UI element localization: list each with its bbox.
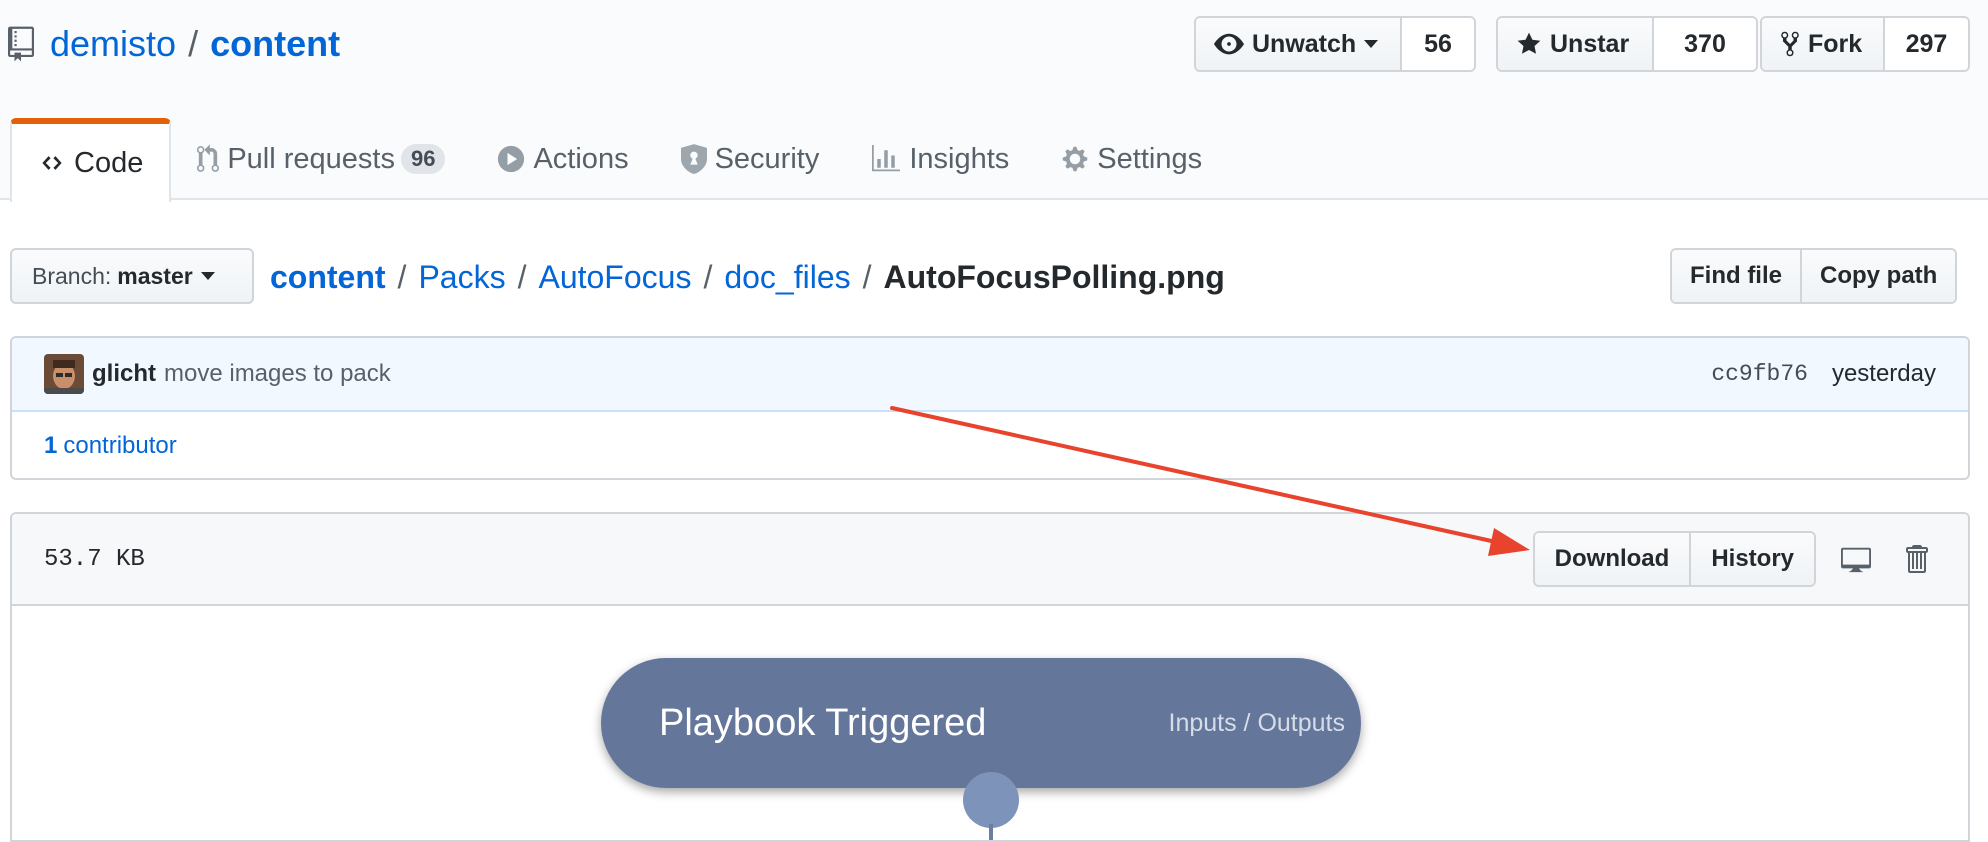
- eye-icon: [1214, 33, 1244, 55]
- watch-button-group: Unwatch 56: [1194, 16, 1476, 72]
- fork-label: Fork: [1808, 29, 1863, 58]
- breadcrumb-doc-files-link[interactable]: doc_files: [724, 259, 850, 296]
- breadcrumb-separator: /: [862, 258, 872, 295]
- fork-button[interactable]: Fork: [1762, 18, 1885, 70]
- tab-label: Code: [74, 146, 144, 179]
- commit-author-link[interactable]: glicht: [92, 360, 156, 388]
- repo-name-link[interactable]: content: [210, 23, 340, 65]
- tab-insights[interactable]: Insights: [845, 118, 1035, 200]
- breadcrumb-file-name: AutoFocusPolling.png: [883, 258, 1225, 295]
- unstar-button[interactable]: Unstar: [1498, 18, 1654, 70]
- tab-label: Actions: [533, 142, 629, 175]
- file-box: 53.7 KB Download History Playbook Trigge…: [10, 512, 1970, 842]
- commit-date: yesterday: [1831, 360, 1936, 387]
- commit-meta: cc9fb76 yesterday: [1711, 360, 1936, 388]
- breadcrumb-root-link[interactable]: content: [270, 259, 386, 296]
- file-actions: Download History: [1532, 531, 1936, 587]
- copy-path-button[interactable]: Copy path: [1800, 250, 1956, 302]
- unstar-label: Unstar: [1550, 29, 1630, 58]
- branch-select-button[interactable]: Branch: master: [10, 248, 254, 304]
- file-button-group: Download History: [1532, 531, 1816, 587]
- unwatch-button[interactable]: Unwatch: [1196, 18, 1402, 70]
- trash-icon: [1906, 545, 1928, 573]
- file-header: 53.7 KB Download History: [12, 514, 1968, 606]
- image-preview: Playbook Triggered Inputs / Outputs: [12, 606, 1968, 840]
- repo-icon: [8, 26, 34, 62]
- file-size: 53.7 KB: [44, 545, 145, 573]
- star-button-group: Unstar 370: [1496, 16, 1758, 72]
- download-button[interactable]: Download: [1534, 533, 1690, 585]
- tab-code[interactable]: Code: [10, 118, 172, 202]
- code-icon: [42, 156, 62, 170]
- contributor-label: contributor: [63, 432, 177, 459]
- avatar-image: [44, 354, 84, 394]
- tab-actions[interactable]: Actions: [471, 118, 654, 200]
- contributors-link[interactable]: 1 contributor: [44, 432, 177, 460]
- git-pull-request-icon: [197, 144, 220, 172]
- contributors-row: 1 contributor: [12, 412, 1968, 478]
- repo-title-separator: /: [188, 23, 199, 64]
- file-navigation: Find file Copy path: [1670, 248, 1958, 304]
- repo-owner-link[interactable]: demisto: [50, 23, 176, 65]
- history-button[interactable]: History: [1689, 533, 1814, 585]
- tab-label: Insights: [909, 142, 1010, 175]
- pull-requests-counter: 96: [400, 144, 446, 174]
- node-title: Playbook Triggered: [659, 701, 987, 744]
- device-desktop-icon: [1841, 547, 1871, 573]
- contributor-count: 1: [44, 432, 58, 459]
- star-icon: [1517, 32, 1541, 54]
- chevron-down-icon: [200, 272, 215, 280]
- breadcrumb: content / Packs / AutoFocus / doc_files …: [270, 254, 1225, 300]
- play-icon: [498, 145, 525, 173]
- tab-label: Pull requests: [227, 142, 395, 175]
- delete-file-button[interactable]: [1896, 539, 1936, 579]
- breadcrumb-packs-link[interactable]: Packs: [418, 259, 505, 296]
- breadcrumb-separator: /: [703, 258, 713, 295]
- repo-title: demisto / content: [8, 20, 340, 68]
- repo-header: demisto / content Unwatch 56 Unstar 370 …: [0, 0, 1988, 202]
- repo-forked-icon: [1781, 31, 1799, 57]
- tab-pull-requests[interactable]: Pull requests 96: [171, 118, 471, 200]
- unwatch-label: Unwatch: [1252, 29, 1357, 58]
- shield-icon: [680, 144, 707, 174]
- node-output-port: [963, 772, 1019, 828]
- node-connector-line: [989, 824, 993, 840]
- gear-icon: [1063, 146, 1088, 172]
- tab-settings[interactable]: Settings: [1035, 118, 1228, 200]
- tab-label: Settings: [1097, 142, 1203, 175]
- node-inputs-outputs: Inputs / Outputs: [1168, 708, 1346, 737]
- commit-sha-link[interactable]: cc9fb76: [1711, 361, 1808, 387]
- branch-prefix: Branch:: [32, 262, 112, 289]
- latest-commit: glicht move images to pack cc9fb76 yeste…: [12, 338, 1968, 412]
- forks-count[interactable]: 297: [1884, 18, 1968, 70]
- watchers-count[interactable]: 56: [1402, 18, 1474, 70]
- fork-button-group: Fork 297: [1760, 16, 1970, 72]
- repo-nav-tabs: Code Pull requests 96 Actions Security I…: [10, 118, 1228, 202]
- stargazers-count[interactable]: 370: [1654, 18, 1756, 70]
- breadcrumb-separator: /: [397, 258, 407, 295]
- breadcrumb-separator: /: [517, 258, 527, 295]
- commit-box: glicht move images to pack cc9fb76 yeste…: [10, 336, 1970, 480]
- breadcrumb-autofocus-link[interactable]: AutoFocus: [538, 259, 691, 296]
- branch-name: master: [117, 262, 193, 289]
- commit-message-link[interactable]: move images to pack: [164, 360, 391, 388]
- chevron-down-icon: [1364, 40, 1379, 48]
- find-file-button[interactable]: Find file: [1672, 250, 1800, 302]
- playbook-triggered-node: Playbook Triggered Inputs / Outputs: [601, 658, 1361, 788]
- graph-icon: [872, 145, 901, 172]
- avatar[interactable]: [44, 354, 84, 394]
- open-desktop-button[interactable]: [1836, 539, 1876, 579]
- tab-security[interactable]: Security: [655, 118, 846, 200]
- tab-label: Security: [714, 142, 820, 175]
